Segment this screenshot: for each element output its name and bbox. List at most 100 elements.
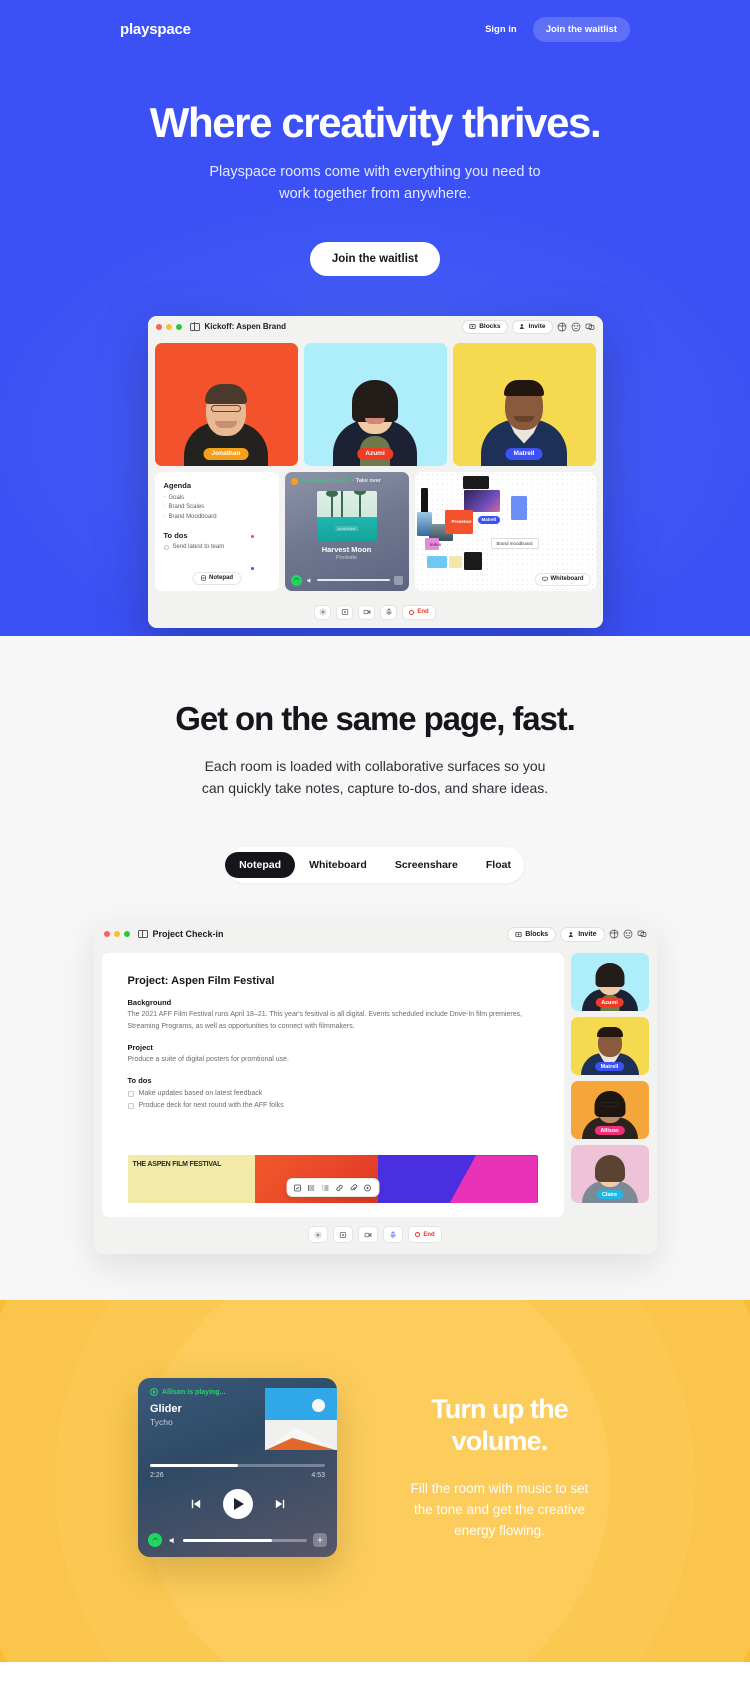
emoji-icon[interactable]: [623, 929, 633, 939]
close-icon[interactable]: [155, 323, 162, 330]
microphone-button[interactable]: [380, 604, 398, 620]
camera-button[interactable]: [358, 604, 376, 620]
minimize-icon[interactable]: [113, 931, 120, 938]
maximize-icon[interactable]: [123, 931, 130, 938]
chat-icon[interactable]: [585, 322, 595, 332]
camera-button[interactable]: [358, 1226, 379, 1244]
whiteboard-footer-button[interactable]: Whiteboard: [534, 572, 591, 586]
section2-title: Get on the same page, fast.: [175, 700, 576, 737]
music-player[interactable]: Allison is playing... Glider Tycho 2:26: [138, 1378, 337, 1558]
more-options-icon[interactable]: [362, 1182, 373, 1193]
board-badge-matrell: Matrell: [477, 515, 501, 524]
chat-icon[interactable]: [637, 929, 647, 939]
play-button[interactable]: [222, 1489, 253, 1520]
spotify-icon[interactable]: [148, 1533, 162, 1548]
end-call-button[interactable]: End: [402, 604, 436, 620]
video-tile-jonathan[interactable]: Jonathan: [154, 342, 298, 466]
settings-button[interactable]: [308, 1226, 329, 1244]
close-icon[interactable]: [103, 931, 110, 938]
nav-join-waitlist-button[interactable]: Join the waitlist: [532, 16, 630, 42]
hero-join-waitlist-button[interactable]: Join the waitlist: [309, 241, 441, 276]
sidebar-toggle-icon[interactable]: [137, 930, 148, 939]
board-item: [448, 555, 462, 568]
microphone-button[interactable]: [383, 1226, 404, 1244]
section3-text-line2: the tone and get the creative: [413, 1502, 586, 1518]
blocks-button[interactable]: [336, 604, 354, 620]
agenda-item: Brand Moodboard: [164, 512, 270, 523]
participant-tile-allison[interactable]: Allison: [570, 1081, 649, 1140]
project-heading: Project: [127, 1043, 153, 1053]
invite-button[interactable]: Invite: [560, 926, 605, 942]
section3-text: Fill the room with music to set the tone…: [387, 1478, 612, 1542]
invite-button[interactable]: Invite: [511, 319, 553, 334]
section2-subtitle-line1: Each room is loaded with collaborative s…: [204, 758, 546, 774]
checklist-icon[interactable]: [292, 1182, 303, 1193]
window-traffic-lights[interactable]: [155, 323, 182, 330]
blocks-button[interactable]: Blocks: [507, 926, 557, 942]
tab-screenshare[interactable]: Screenshare: [381, 852, 472, 878]
bulleted-list-icon[interactable]: [306, 1182, 317, 1193]
call-controls: End: [94, 1217, 657, 1254]
whiteboard-block[interactable]: Presence Matrell Index Brand moodboard W…: [414, 471, 596, 591]
participant-name-badge: Claire: [595, 1190, 624, 1200]
checkbox-icon[interactable]: [127, 1102, 134, 1109]
minimize-icon[interactable]: [165, 323, 172, 330]
todo-label: Produce deck for next round with the AFF…: [138, 1102, 284, 1110]
volume-slider[interactable]: [183, 1538, 307, 1542]
tab-whiteboard[interactable]: Whiteboard: [295, 852, 381, 878]
queue-icon[interactable]: [393, 575, 403, 585]
volume-icon[interactable]: [168, 1536, 177, 1545]
numbered-list-icon[interactable]: [320, 1182, 331, 1193]
reactions-icon[interactable]: [609, 929, 619, 939]
player-settings-icon[interactable]: [313, 1533, 327, 1548]
board-item: [462, 475, 489, 489]
next-track-button[interactable]: [273, 1497, 287, 1511]
todo-item[interactable]: Make updates based on latest feedback: [127, 1090, 538, 1097]
todo-item[interactable]: Produce deck for next round with the AFF…: [127, 1102, 538, 1110]
now-playing-label: Allison is playing...: [162, 1388, 226, 1396]
tab-notepad[interactable]: Notepad: [225, 852, 296, 879]
brand-logo[interactable]: playspace: [120, 21, 191, 38]
notepad-block[interactable]: Agenda Goals Brand Scales Brand Moodboar…: [154, 471, 279, 591]
volume-icon[interactable]: [306, 577, 313, 584]
music-block[interactable]: Jonathan is the DJ · Take over poolside …: [284, 471, 409, 591]
sidebar-toggle-icon[interactable]: [189, 322, 200, 331]
notepad-document[interactable]: Project: Aspen Film Festival Background …: [101, 953, 564, 1218]
link-icon[interactable]: [334, 1182, 345, 1193]
attachment-icon[interactable]: [348, 1182, 359, 1193]
board-item: [463, 489, 500, 512]
blocks-button[interactable]: [333, 1226, 354, 1244]
end-call-button[interactable]: End: [408, 1226, 442, 1244]
todo-item[interactable]: Send latest to team: [163, 544, 270, 550]
end-icon: [415, 1232, 421, 1238]
maximize-icon[interactable]: [175, 323, 182, 330]
video-tile-matrell[interactable]: Matrell: [452, 342, 596, 466]
notepad-footer-button[interactable]: Notepad: [192, 571, 241, 585]
seek-slider[interactable]: [150, 1464, 325, 1468]
previous-track-button[interactable]: [189, 1497, 203, 1511]
checkbox-icon[interactable]: [163, 544, 169, 550]
checkbox-icon[interactable]: [127, 1090, 134, 1097]
reactions-icon[interactable]: [557, 322, 567, 332]
transport-controls: [138, 1479, 337, 1533]
hero-subtitle-line2: work together from anywhere.: [279, 185, 471, 202]
player-metadata: Allison is playing... Glider Tycho: [138, 1388, 265, 1450]
spotify-icon[interactable]: [290, 574, 302, 586]
emoji-icon[interactable]: [571, 322, 581, 332]
settings-button[interactable]: [314, 604, 332, 620]
blocks-button[interactable]: Blocks: [462, 319, 508, 334]
video-tile-azumi[interactable]: Azumi: [303, 342, 447, 466]
volume-slider[interactable]: [316, 579, 390, 582]
participant-tile-matrell[interactable]: Matrell: [570, 1017, 649, 1076]
window-traffic-lights[interactable]: [103, 931, 130, 938]
board-label: Brand moodboard: [490, 537, 539, 549]
hero-cta-wrapper: Join the waitlist: [0, 241, 750, 276]
participant-tile-azumi[interactable]: Azumi: [570, 953, 649, 1012]
dj-takeover-link[interactable]: · Take over: [352, 478, 381, 484]
participant-tile-claire[interactable]: Claire: [570, 1145, 649, 1204]
sign-in-link[interactable]: Sign in: [479, 20, 523, 39]
tab-float[interactable]: Float: [472, 852, 525, 878]
todos-heading: To dos: [163, 531, 188, 541]
end-label: End: [417, 609, 429, 616]
music-section-content: Allison is playing... Glider Tycho 2:26: [0, 1360, 750, 1558]
